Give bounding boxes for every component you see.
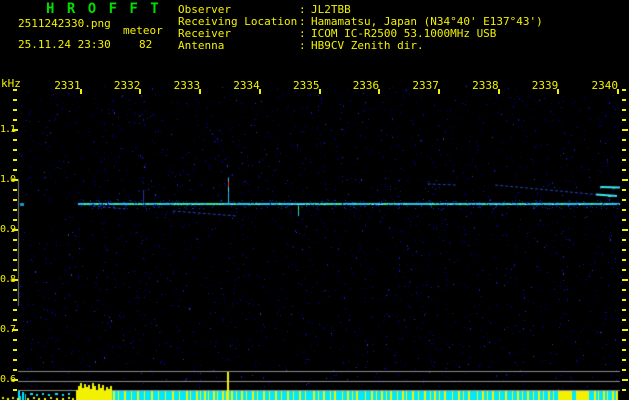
y-tick-minor bbox=[622, 359, 626, 361]
y-tick-minor bbox=[13, 239, 17, 241]
y-tick-major bbox=[622, 179, 628, 181]
y-tick-minor bbox=[622, 369, 626, 371]
y-tick-major bbox=[622, 229, 628, 231]
y-tick-major bbox=[622, 329, 628, 331]
y-axis-unit: kHz bbox=[1, 77, 21, 90]
y-tick-minor bbox=[622, 149, 626, 151]
y-tick-minor bbox=[13, 189, 17, 191]
x-tick bbox=[437, 89, 440, 94]
x-tick-label: 2331 bbox=[54, 79, 81, 92]
y-tick-minor bbox=[622, 389, 626, 391]
spectrogram-canvas bbox=[0, 0, 629, 400]
y-tick-minor bbox=[13, 99, 17, 101]
y-tick-minor bbox=[622, 99, 626, 101]
y-tick-minor bbox=[622, 119, 626, 121]
y-tick-minor bbox=[13, 309, 17, 311]
station-info-label: Antenna bbox=[178, 39, 225, 52]
x-tick bbox=[318, 89, 321, 94]
y-tick-minor bbox=[13, 349, 17, 351]
mode-label: meteor bbox=[123, 24, 163, 37]
x-tick-label: 2340 bbox=[591, 79, 619, 92]
y-tick-minor bbox=[622, 269, 626, 271]
capture-datetime: 25.11.24 23:30 bbox=[18, 38, 111, 51]
y-tick-major bbox=[12, 129, 18, 131]
y-tick-minor bbox=[13, 269, 17, 271]
y-tick-minor bbox=[13, 249, 17, 251]
y-tick-minor bbox=[622, 189, 626, 191]
x-tick-label: 2338 bbox=[472, 79, 499, 92]
y-tick-minor bbox=[622, 319, 626, 321]
x-tick bbox=[79, 89, 82, 94]
y-tick-minor bbox=[13, 389, 17, 391]
y-tick-major bbox=[12, 179, 18, 181]
y-tick-minor bbox=[13, 209, 17, 211]
y-tick-minor bbox=[622, 109, 626, 111]
y-tick-minor bbox=[622, 239, 626, 241]
y-tick-major bbox=[12, 379, 18, 381]
y-tick-minor bbox=[622, 249, 626, 251]
y-tick-minor bbox=[13, 109, 17, 111]
y-tick-minor bbox=[622, 339, 626, 341]
hrofft-window: H R O F F T 2511242330.png meteor 25.11.… bbox=[0, 0, 629, 400]
y-tick-minor bbox=[13, 359, 17, 361]
x-tick-label: 2332 bbox=[113, 79, 141, 92]
x-tick bbox=[557, 89, 560, 94]
y-tick-minor bbox=[622, 159, 626, 161]
y-tick-minor bbox=[13, 289, 17, 291]
y-tick-minor bbox=[622, 199, 626, 201]
y-tick-minor bbox=[13, 299, 17, 301]
y-tick-minor bbox=[13, 369, 17, 371]
y-tick-minor bbox=[13, 159, 17, 161]
x-tick bbox=[378, 89, 381, 94]
y-tick-minor bbox=[13, 169, 17, 171]
station-info-value: HB9CV Zenith dir. bbox=[311, 39, 424, 52]
station-info: Observer: JL2TBB Receiving Location: Hamama… bbox=[178, 3, 543, 52]
x-tick bbox=[199, 89, 202, 94]
y-tick-minor bbox=[622, 309, 626, 311]
y-tick-minor bbox=[13, 119, 17, 121]
y-tick-minor bbox=[13, 139, 17, 141]
station-info-row: Antenna: HB9CV Zenith dir. bbox=[178, 39, 543, 52]
y-tick-minor bbox=[622, 89, 626, 91]
x-tick-label: 2337 bbox=[412, 79, 439, 92]
y-tick-minor bbox=[13, 199, 17, 201]
x-tick bbox=[497, 89, 500, 94]
y-tick-minor bbox=[13, 149, 17, 151]
y-tick-minor bbox=[13, 259, 17, 261]
y-tick-minor bbox=[622, 259, 626, 261]
y-tick-minor bbox=[622, 219, 626, 221]
y-tick-minor bbox=[13, 339, 17, 341]
station-info-colon: : bbox=[299, 39, 306, 52]
x-tick bbox=[617, 89, 619, 94]
capture-filename: 2511242330.png bbox=[18, 17, 111, 30]
y-tick-minor bbox=[622, 289, 626, 291]
y-tick-minor bbox=[622, 209, 626, 211]
y-tick-major bbox=[12, 279, 18, 281]
app-title: H R O F F T bbox=[46, 1, 161, 17]
y-tick-major bbox=[12, 229, 18, 231]
y-tick-major bbox=[622, 279, 628, 281]
y-tick-major bbox=[12, 329, 18, 331]
x-tick-label: 2336 bbox=[352, 79, 380, 92]
y-tick-minor bbox=[13, 89, 17, 91]
y-tick-minor bbox=[622, 349, 626, 351]
y-tick-major bbox=[622, 379, 628, 381]
y-tick-minor bbox=[622, 299, 626, 301]
x-tick-label: 2333 bbox=[173, 79, 201, 92]
x-tick-label: 2339 bbox=[531, 79, 559, 92]
y-tick-minor bbox=[622, 139, 626, 141]
echo-count: 82 bbox=[139, 38, 153, 51]
y-tick-minor bbox=[13, 319, 17, 321]
x-tick-label: 2335 bbox=[293, 79, 320, 92]
x-tick bbox=[139, 89, 142, 94]
y-tick-major bbox=[622, 129, 628, 131]
x-tick bbox=[258, 89, 261, 94]
x-tick-label: 2334 bbox=[233, 79, 260, 92]
y-tick-minor bbox=[13, 219, 17, 221]
y-tick-minor bbox=[622, 169, 626, 171]
